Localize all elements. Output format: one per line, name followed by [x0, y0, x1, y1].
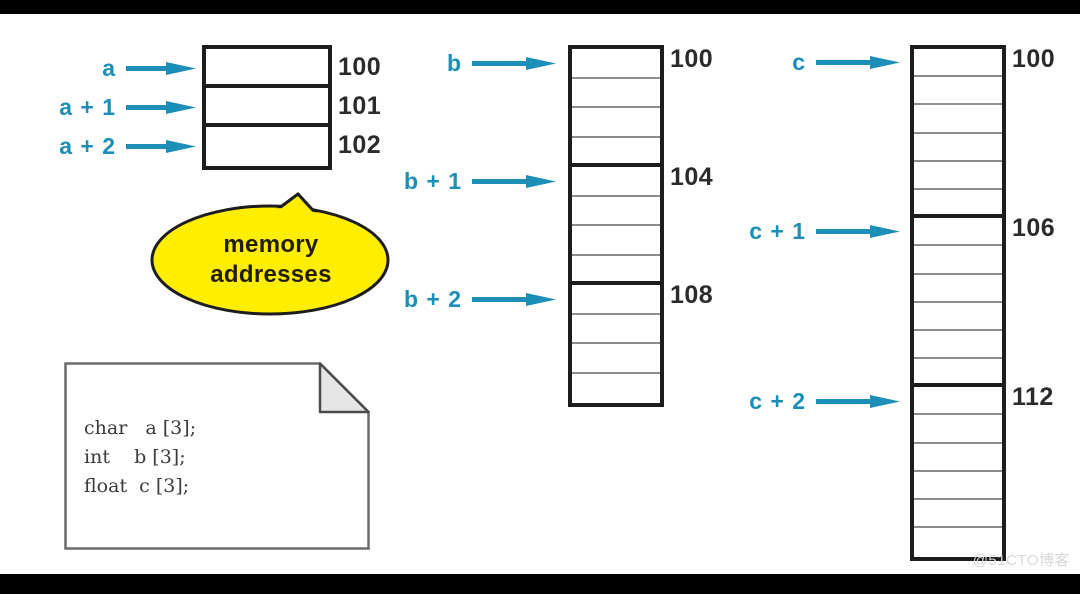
- pointer-label-a+2: a + 2: [59, 132, 116, 159]
- code-line: char a [3];: [84, 417, 197, 439]
- diagram-canvas: a 100 a + 1 101 a + 2 102 b 100 b + 1 104 b + 2 108…: [0, 0, 1080, 594]
- memory-cell: [572, 255, 660, 285]
- code-lines: char a [3]; int b [3]; float c [3];: [84, 414, 196, 501]
- pointer-label-c: c: [792, 49, 806, 76]
- memory-cell: [206, 88, 328, 127]
- pointer-label-c+2: c + 2: [749, 387, 806, 414]
- callout-line-2: addresses: [210, 261, 332, 288]
- callout-text: memory addresses: [148, 230, 394, 290]
- address-label: 100: [1012, 45, 1056, 73]
- memory-cell: [914, 415, 1002, 444]
- memory-cell: [572, 373, 660, 403]
- memory-cell: [206, 49, 328, 88]
- code-declaration-note: char a [3]; int b [3]; float c [3];: [64, 362, 370, 550]
- memory-cell: [572, 78, 660, 108]
- memory-cell: [914, 471, 1002, 500]
- memory-cell: [572, 344, 660, 374]
- address-label: 101: [338, 91, 382, 120]
- callout-line-1: memory: [223, 231, 319, 258]
- pointer-arrow-icon: [472, 173, 556, 191]
- pointer-label-b: b: [446, 49, 462, 76]
- memory-cell: [572, 314, 660, 344]
- pointer-arrow-icon: [126, 60, 196, 78]
- memory-cell: [572, 49, 660, 79]
- address-label: 108: [670, 281, 714, 309]
- memory-cell: [572, 167, 660, 197]
- memory-cell: [914, 133, 1002, 162]
- memory-cell: [914, 105, 1002, 134]
- pointer-label-a: a: [102, 54, 116, 81]
- address-label: 102: [338, 130, 382, 159]
- memory-cell: [572, 137, 660, 167]
- pointer-arrow-icon: [816, 393, 900, 411]
- memory-cell: [914, 49, 1002, 78]
- pointer-arrow-icon: [472, 291, 556, 309]
- address-label: 112: [1012, 383, 1054, 412]
- bottom-letterbox-bar: [0, 574, 1080, 594]
- memory-cell: [914, 443, 1002, 472]
- memory-cell: [914, 161, 1002, 190]
- memory-cell: [206, 127, 328, 166]
- memory-cell: [914, 359, 1002, 388]
- memory-cell: [914, 500, 1002, 529]
- memory-cell: [572, 196, 660, 226]
- memory-cell: [914, 246, 1002, 275]
- memory-cell: [914, 77, 1002, 106]
- pointer-arrow-icon: [816, 223, 900, 241]
- pointer-label-c+1: c + 1: [749, 218, 806, 245]
- memory-cell: [914, 189, 1002, 219]
- pointer-label-a+1: a + 1: [59, 93, 116, 120]
- code-line: int b [3];: [84, 446, 186, 468]
- memory-cell: [572, 226, 660, 256]
- memory-cell: [914, 330, 1002, 360]
- pointer-arrow-icon: [126, 138, 196, 156]
- memory-cell: [914, 274, 1002, 303]
- memory-column-a: [202, 45, 332, 170]
- memory-column-c: [910, 45, 1006, 561]
- top-letterbox-bar: [0, 0, 1080, 14]
- memory-column-b: [568, 45, 664, 407]
- memory-cell: [914, 302, 1002, 331]
- memory-cell: [572, 108, 660, 138]
- memory-cell: [572, 285, 660, 315]
- pointer-arrow-icon: [126, 99, 196, 117]
- code-line: float c [3];: [84, 475, 190, 497]
- memory-cell: [914, 218, 1002, 247]
- address-label: 104: [670, 163, 714, 191]
- pointer-arrow-icon: [816, 54, 900, 72]
- address-label: 106: [1012, 214, 1056, 243]
- memory-addresses-callout: memory addresses: [148, 168, 408, 320]
- memory-cell: [914, 387, 1002, 416]
- watermark-text: @51CTO博客: [972, 552, 1070, 569]
- pointer-arrow-icon: [472, 55, 556, 73]
